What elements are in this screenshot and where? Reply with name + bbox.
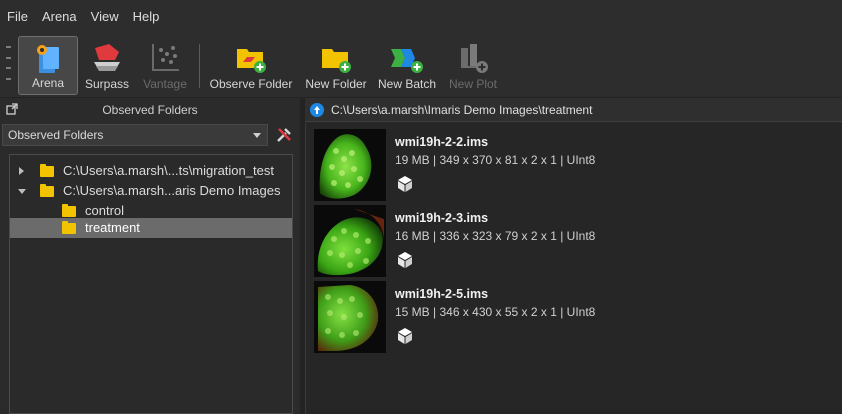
menu-view[interactable]: View [84,9,126,24]
current-path: C:\Users\a.marsh\Imaris Demo Images\trea… [331,103,593,117]
tree-item-label: control [85,203,125,218]
new-folder-button[interactable]: New Folder [302,36,370,95]
file-meta: 15 MB | 346 x 430 x 55 x 2 x 1 | UInt8 [395,305,596,319]
arena-label: Arena [31,76,65,90]
surpass-icon [94,44,120,71]
observed-folders-header: Observed Folders [0,98,300,122]
observed-folders-dropdown[interactable]: Observed Folders [2,124,268,146]
tree-item-demo-images[interactable]: C:\Users\a.marsh...aris Demo Images [10,181,292,201]
3d-cube-icon [398,252,412,268]
new-folder-label: New Folder [305,77,367,91]
tools-icon[interactable] [274,125,294,145]
file-name: wmi19h-2-2.ims [395,135,489,149]
new-batch-label: New Batch [377,77,437,91]
tree-item-label: treatment [85,220,140,235]
observe-folder-icon [237,49,266,73]
folder-icon [40,184,54,197]
toolbar: Arena Surpass Vantage Observe Folder New… [0,32,842,98]
menu-file[interactable]: File [0,9,35,24]
folder-icon [62,221,76,234]
new-folder-icon [322,49,351,73]
file-thumbnail [314,129,386,201]
menu-help[interactable]: Help [126,9,167,24]
surpass-label: Surpass [84,77,130,91]
collapse-arrow-icon[interactable] [18,189,26,194]
tree-item-migration-test[interactable]: C:\Users\a.marsh\...ts\migration_test [10,161,292,181]
tree-item-label: C:\Users\a.marsh\...ts\migration_test [63,163,274,178]
observe-folder-button[interactable]: Observe Folder [206,36,296,95]
file-item[interactable]: wmi19h-2-5.ims 15 MB | 346 x 430 x 55 x … [311,279,841,355]
folder-icon [62,204,76,217]
file-meta: 19 MB | 349 x 370 x 81 x 2 x 1 | UInt8 [395,153,596,167]
file-item[interactable]: wmi19h-2-2.ims 19 MB | 349 x 370 x 81 x … [311,127,841,203]
dropdown-value: Observed Folders [8,128,104,142]
folder-tree: C:\Users\a.marsh\...ts\migration_test C:… [9,154,293,414]
tree-item-treatment[interactable]: treatment [10,218,292,238]
new-plot-button[interactable]: New Plot [444,36,502,95]
panel-title: Observed Folders [102,103,198,117]
file-thumbnail [314,281,386,353]
menu-arena[interactable]: Arena [35,9,84,24]
navigate-up-icon[interactable] [310,103,324,117]
new-plot-icon [461,44,488,73]
arena-icon [37,45,59,73]
file-list: wmi19h-2-2.ims 19 MB | 349 x 370 x 81 x … [305,123,842,414]
file-meta: 16 MB | 336 x 323 x 79 x 2 x 1 | UInt8 [395,229,596,243]
new-plot-label: New Plot [448,77,498,91]
path-bar: C:\Users\a.marsh\Imaris Demo Images\trea… [305,98,842,122]
surpass-button[interactable]: Surpass [82,36,132,95]
tree-item-label: C:\Users\a.marsh...aris Demo Images [63,183,281,198]
3d-cube-icon [398,328,412,344]
chevron-down-icon [253,133,261,138]
observe-folder-label: Observe Folder [209,77,293,91]
file-name: wmi19h-2-5.ims [395,287,489,301]
new-batch-icon [391,49,423,73]
folder-icon [40,164,54,177]
menu-bar: File Arena View Help [0,0,842,32]
vantage-icon [152,44,179,71]
expand-arrow-icon[interactable] [19,167,24,175]
file-thumbnail [314,205,386,277]
toolbar-grip[interactable] [6,46,11,80]
vantage-button[interactable]: Vantage [137,36,193,95]
toolbar-separator [199,44,200,88]
file-name: wmi19h-2-3.ims [395,211,489,225]
arena-button[interactable]: Arena [18,36,78,95]
new-batch-button[interactable]: New Batch [374,36,440,95]
vantage-label: Vantage [143,77,187,91]
file-item[interactable]: wmi19h-2-3.ims 16 MB | 336 x 323 x 79 x … [311,203,841,279]
3d-cube-icon [398,176,412,192]
folder-select-row: Observed Folders [0,124,300,146]
